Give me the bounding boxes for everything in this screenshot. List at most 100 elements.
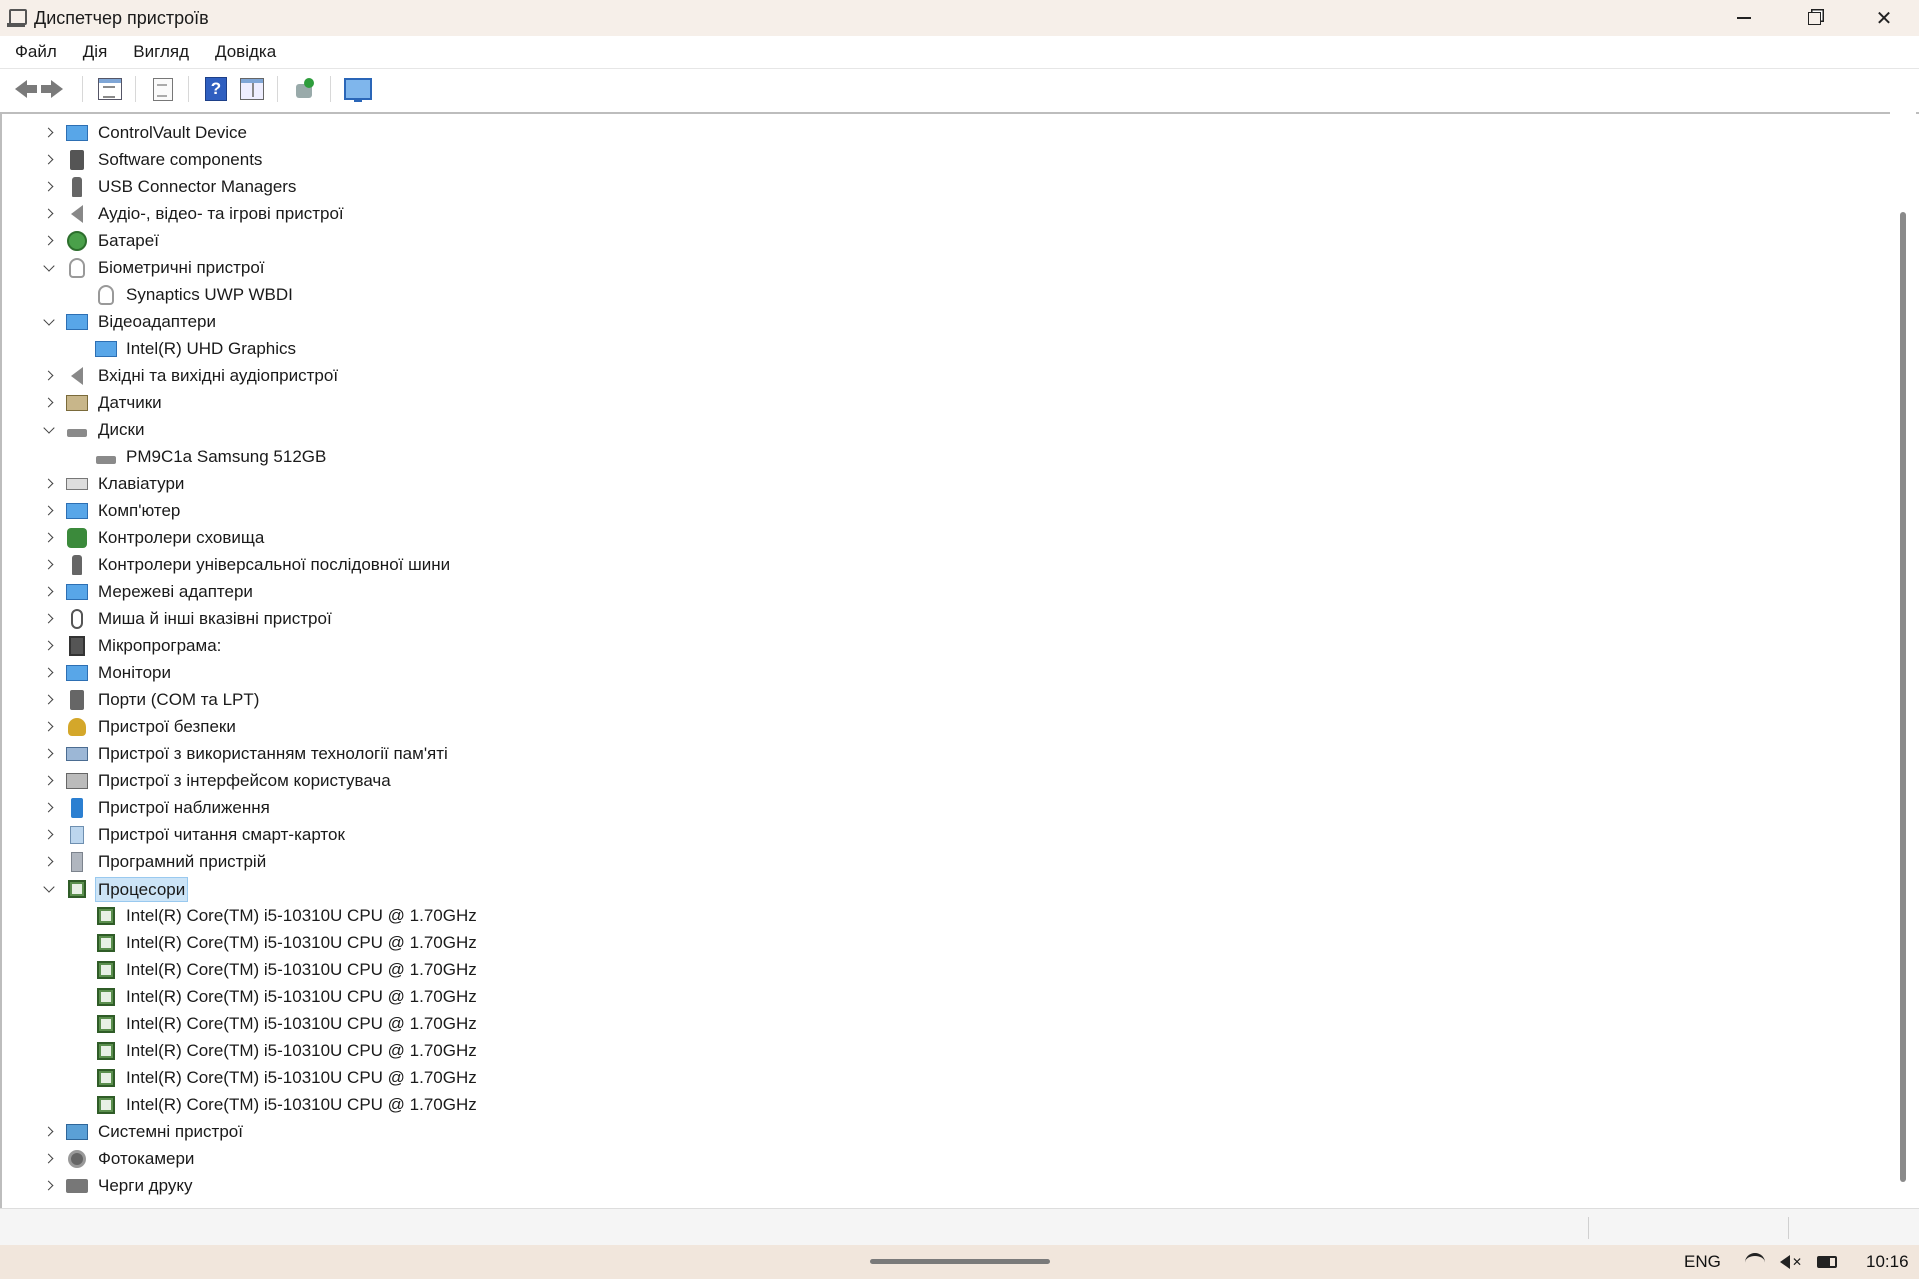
tree-item-label: Пристрої з інтерфейсом користувача — [98, 771, 391, 790]
tree-category[interactable]: Диски — [2, 417, 1892, 444]
chevron-down-icon[interactable] — [42, 423, 56, 437]
chevron-right-icon[interactable] — [42, 1179, 56, 1193]
tree-category[interactable]: Software components — [2, 147, 1892, 174]
tree-device[interactable]: Intel(R) Core(TM) i5-10310U CPU @ 1.70GH… — [2, 957, 1892, 984]
menu-view[interactable]: Вигляд — [119, 42, 201, 62]
tree-category[interactable]: Датчики — [2, 390, 1892, 417]
tree-category[interactable]: Мікропрограма: — [2, 633, 1892, 660]
action-pane-icon — [240, 78, 264, 100]
tree-category[interactable]: Черги друку — [2, 1173, 1892, 1200]
chevron-right-icon[interactable] — [42, 693, 56, 707]
show-hide-console-tree-button[interactable] — [95, 74, 125, 104]
tree-category[interactable]: Батареї — [2, 228, 1892, 255]
chevron-right-icon[interactable] — [42, 153, 56, 167]
back-button[interactable] — [6, 74, 37, 104]
scan-hardware-changes-button[interactable] — [290, 74, 320, 104]
chevron-right-icon[interactable] — [42, 504, 56, 518]
chevron-right-icon[interactable] — [42, 234, 56, 248]
tree-category[interactable]: Пристрої читання смарт-карток — [2, 822, 1892, 849]
language-indicator[interactable]: ENG — [1684, 1245, 1721, 1279]
chevron-down-icon[interactable] — [42, 261, 56, 275]
chevron-right-icon[interactable] — [42, 396, 56, 410]
forward-button[interactable] — [41, 74, 72, 104]
tree-category[interactable]: Відеоадаптери — [2, 309, 1892, 336]
properties-icon — [153, 77, 173, 101]
vertical-scrollbar[interactable] — [1890, 112, 1916, 1206]
tree-category[interactable]: Пристрої з інтерфейсом користувача — [2, 768, 1892, 795]
taskbar-handle[interactable] — [870, 1259, 1050, 1264]
tree-category[interactable]: Фотокамери — [2, 1146, 1892, 1173]
clock[interactable]: 10:16 — [1866, 1245, 1909, 1279]
tree-category[interactable]: Комп'ютер — [2, 498, 1892, 525]
tree-category[interactable]: Пристрої з використанням технології пам'… — [2, 741, 1892, 768]
chevron-right-icon[interactable] — [42, 477, 56, 491]
chevron-right-icon[interactable] — [42, 720, 56, 734]
tree-category[interactable]: Системні пристрої — [2, 1119, 1892, 1146]
tree-category[interactable]: Контролери універсальної послідовної шин… — [2, 552, 1892, 579]
tree-device[interactable]: PM9C1a Samsung 512GB — [2, 444, 1892, 471]
chevron-right-icon[interactable] — [42, 774, 56, 788]
tree-category[interactable]: USB Connector Managers — [2, 174, 1892, 201]
chevron-right-icon[interactable] — [42, 126, 56, 140]
tree-device[interactable]: Synaptics UWP WBDI — [2, 282, 1892, 309]
menu-file[interactable]: Файл — [0, 42, 69, 62]
tree-device[interactable]: Intel(R) UHD Graphics — [2, 336, 1892, 363]
tree-item-label: Software components — [98, 150, 263, 169]
chevron-right-icon[interactable] — [42, 369, 56, 383]
tree-category[interactable]: Монітори — [2, 660, 1892, 687]
tree-category[interactable]: Клавіатури — [2, 471, 1892, 498]
chevron-down-icon[interactable] — [42, 882, 56, 896]
tree-category[interactable]: ControlVault Device — [2, 120, 1892, 147]
tree-category[interactable]: Контролери сховища — [2, 525, 1892, 552]
tree-device[interactable]: Intel(R) Core(TM) i5-10310U CPU @ 1.70GH… — [2, 1092, 1892, 1119]
chevron-right-icon[interactable] — [42, 585, 56, 599]
action-pane-button[interactable] — [237, 74, 267, 104]
chevron-right-icon[interactable] — [42, 666, 56, 680]
tree-device[interactable]: Intel(R) Core(TM) i5-10310U CPU @ 1.70GH… — [2, 1011, 1892, 1038]
chevron-right-icon[interactable] — [42, 207, 56, 221]
tree-category[interactable]: Вхідні та вихідні аудіопристрої — [2, 363, 1892, 390]
chevron-right-icon[interactable] — [42, 747, 56, 761]
computer-button[interactable] — [343, 74, 373, 104]
restore-button[interactable] — [1779, 0, 1849, 36]
tree-device[interactable]: Intel(R) Core(TM) i5-10310U CPU @ 1.70GH… — [2, 984, 1892, 1011]
tree-item-label: Програмний пристрій — [98, 852, 267, 871]
tree-category[interactable]: Пристрої наближення — [2, 795, 1892, 822]
tree-device[interactable]: Intel(R) Core(TM) i5-10310U CPU @ 1.70GH… — [2, 903, 1892, 930]
tree-category[interactable]: Миша й інші вказівні пристрої — [2, 606, 1892, 633]
chevron-right-icon[interactable] — [42, 1125, 56, 1139]
close-button[interactable]: ✕ — [1849, 0, 1919, 36]
wifi-icon[interactable] — [1744, 1252, 1766, 1271]
tree-category[interactable]: Біометричні пристрої — [2, 255, 1892, 282]
tree-category[interactable]: Пристрої безпеки — [2, 714, 1892, 741]
tree-category[interactable]: Мережеві адаптери — [2, 579, 1892, 606]
toolbar-separator — [135, 76, 136, 102]
tree-category[interactable]: Порти (COM та LPT) — [2, 687, 1892, 714]
chevron-right-icon[interactable] — [42, 1152, 56, 1166]
chevron-right-icon[interactable] — [42, 531, 56, 545]
tree-device[interactable]: Intel(R) Core(TM) i5-10310U CPU @ 1.70GH… — [2, 930, 1892, 957]
battery-icon[interactable] — [1816, 1253, 1838, 1271]
menu-action[interactable]: Дія — [69, 42, 120, 62]
menu-help[interactable]: Довідка — [201, 42, 288, 62]
chevron-right-icon[interactable] — [42, 180, 56, 194]
tree-item-label: ControlVault Device — [98, 123, 247, 142]
tree-device[interactable]: Intel(R) Core(TM) i5-10310U CPU @ 1.70GH… — [2, 1065, 1892, 1092]
tree-category[interactable]: Аудіо-, відео- та ігрові пристрої — [2, 201, 1892, 228]
chevron-right-icon[interactable] — [42, 801, 56, 815]
help-button[interactable]: ? — [201, 74, 231, 104]
volume-muted-icon[interactable]: ✕ — [1779, 1253, 1802, 1271]
tree-category[interactable]: Процесори — [2, 876, 1892, 903]
chevron-down-icon[interactable] — [42, 315, 56, 329]
scrollbar-thumb[interactable] — [1900, 212, 1906, 1182]
tree-category[interactable]: Програмний пристрій — [2, 849, 1892, 876]
tree-device[interactable]: Intel(R) Core(TM) i5-10310U CPU @ 1.70GH… — [2, 1038, 1892, 1065]
chevron-right-icon[interactable] — [42, 855, 56, 869]
chevron-right-icon[interactable] — [42, 828, 56, 842]
chevron-right-icon[interactable] — [42, 612, 56, 626]
chevron-right-icon[interactable] — [42, 558, 56, 572]
chevron-right-icon[interactable] — [42, 639, 56, 653]
minimize-button[interactable] — [1709, 0, 1779, 36]
properties-button[interactable] — [148, 74, 178, 104]
monitor-icon — [66, 312, 88, 332]
